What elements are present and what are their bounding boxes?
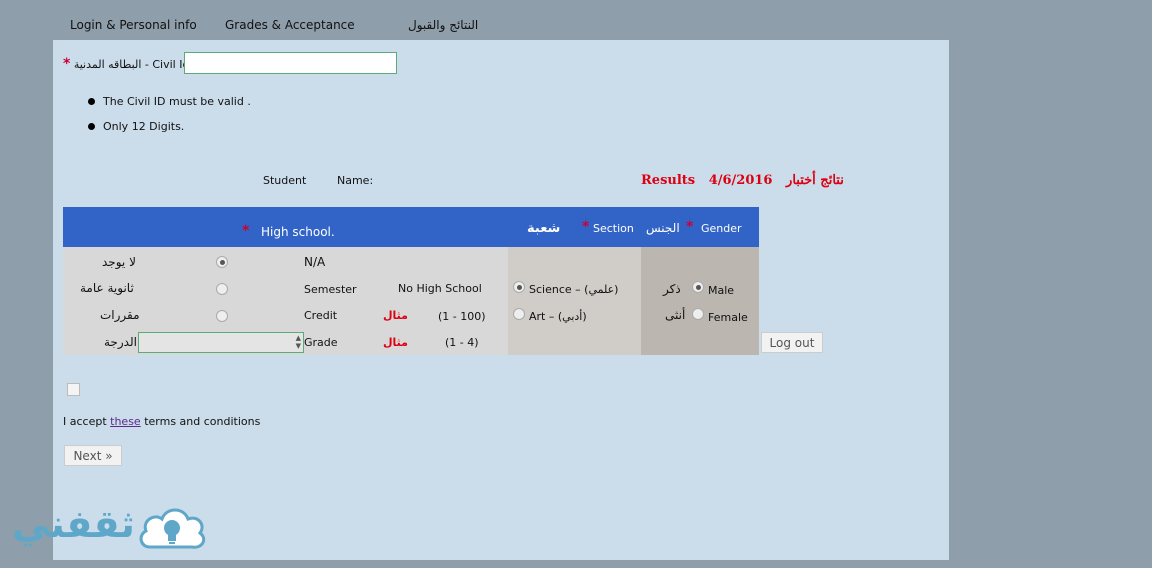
gender-female-en: Female (708, 311, 748, 324)
option-courses-ar: مقررات (100, 308, 140, 322)
grade-input[interactable]: ▲ ▼ (138, 332, 304, 353)
credit-example-ar: مثال (383, 309, 408, 322)
grade-range: (1 - 4) (445, 336, 479, 349)
gender-heading-en: Gender (701, 222, 742, 235)
tab-grades-acceptance[interactable]: Grades & Acceptance (225, 18, 355, 32)
logout-button[interactable]: Log out (761, 332, 823, 353)
accept-terms-checkbox[interactable] (67, 383, 80, 396)
table-header: * High school. شعبة * Section الجنس * Ge… (63, 207, 759, 247)
section-cell (508, 247, 641, 355)
results-heading: Results 4/6/2016 نتائج أختبار (641, 173, 844, 188)
gender-female-ar: أنثى (665, 308, 686, 322)
gender-male-ar: ذكر (663, 282, 681, 296)
next-button[interactable]: Next » (64, 445, 122, 466)
credit-range: (1 - 100) (438, 310, 486, 323)
required-asterisk-icon: * (582, 219, 590, 235)
brand-logo-text: ثقفني (12, 502, 135, 546)
tab-results-acceptance[interactable]: النتائج والقبول (408, 18, 478, 32)
option-none-ar: لا يوجد (102, 255, 136, 269)
radio-female[interactable] (692, 308, 704, 320)
lightbulb-cloud-icon (139, 508, 206, 549)
radio-science[interactable] (513, 281, 525, 293)
civil-id-label: * البطاقه المدنية - Civil Id (63, 56, 190, 72)
rule-12-digits: Only 12 Digits. (88, 120, 251, 145)
civil-id-input[interactable] (184, 52, 397, 74)
radio-none[interactable] (216, 256, 228, 268)
required-asterisk-icon: * (686, 219, 694, 235)
option-semester: Semester (304, 283, 357, 296)
gender-heading-ar: الجنس (646, 221, 680, 235)
radio-courses[interactable] (216, 310, 228, 322)
terms-link[interactable]: these (110, 415, 141, 428)
grade-example-ar: مثال (383, 336, 408, 349)
gender-male-en: Male (708, 284, 735, 297)
required-asterisk-icon: * (242, 223, 250, 239)
gender-cell (641, 247, 759, 355)
rule-valid: The Civil ID must be valid . (88, 95, 251, 120)
section-science: Science – (علمي) (529, 283, 619, 296)
civil-id-rules: The Civil ID must be valid . Only 12 Dig… (88, 95, 251, 145)
no-high-school-text: No High School (398, 282, 482, 295)
shoba-heading: شعبة (527, 221, 561, 236)
required-asterisk-icon: * (63, 56, 71, 72)
section-heading: Section (593, 222, 634, 235)
radio-male[interactable] (692, 281, 704, 293)
section-art: Art – (أدبي) (529, 310, 587, 323)
option-none-en: N/A (304, 255, 326, 269)
option-credit: Credit (304, 309, 338, 322)
name-label: Name: (337, 174, 374, 187)
degree-label-ar: الدرجة (104, 335, 137, 349)
option-secondary-ar: ثانوية عامة (80, 281, 134, 295)
radio-secondary[interactable] (216, 283, 228, 295)
spinner-arrows-icon[interactable]: ▲ ▼ (296, 334, 301, 350)
student-label: Student (263, 174, 307, 187)
terms-text: I accept these terms and conditions (63, 415, 261, 428)
tab-login-personal-info[interactable]: Login & Personal info (70, 18, 197, 32)
radio-art[interactable] (513, 308, 525, 320)
high-school-heading: High school. (261, 225, 335, 239)
option-grade: Grade (304, 336, 338, 349)
